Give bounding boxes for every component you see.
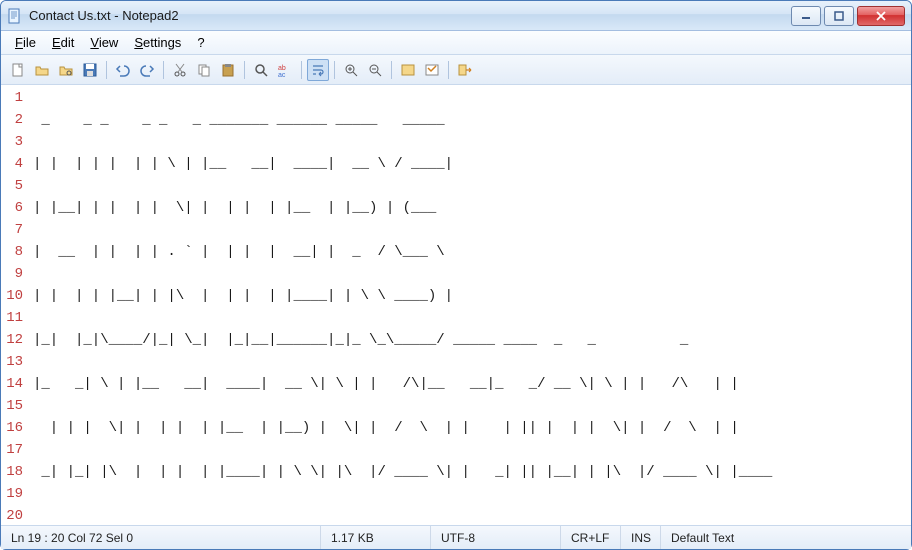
separator [163, 61, 164, 79]
menubar: File Edit View Settings ? [1, 31, 911, 55]
maximize-button[interactable] [824, 6, 854, 26]
text-line: |_ _| \ | |__ __| ____| __ \| \ | | /\|_… [33, 373, 907, 395]
paste-icon[interactable] [217, 59, 239, 81]
line-number: 20 [3, 505, 23, 525]
separator [448, 61, 449, 79]
new-file-icon[interactable] [7, 59, 29, 81]
line-number: 17 [3, 439, 23, 461]
svg-text:ab: ab [278, 65, 286, 72]
line-number: 11 [3, 307, 23, 329]
customize-icon[interactable] [421, 59, 443, 81]
find-icon[interactable] [250, 59, 272, 81]
zoom-in-icon[interactable] [340, 59, 362, 81]
status-filetype[interactable]: Default Text [661, 526, 911, 549]
window: Contact Us.txt - Notepad2 File Edit View… [0, 0, 912, 550]
line-number: 10 [3, 285, 23, 307]
line-number: 12 [3, 329, 23, 351]
open-folder-icon[interactable] [31, 59, 53, 81]
text-line: | __ | | | | . ` | | | | __| | _ / \___ … [33, 241, 907, 263]
status-lineending[interactable]: CR+LF [561, 526, 621, 549]
separator [106, 61, 107, 79]
line-number: 8 [3, 241, 23, 263]
text-line: | | | | | | | \ | |__ __| ____| __ \ / _… [33, 153, 907, 175]
redo-icon[interactable] [136, 59, 158, 81]
svg-text:ac: ac [278, 72, 286, 78]
line-number: 3 [3, 131, 23, 153]
window-title: Contact Us.txt - Notepad2 [29, 8, 791, 23]
menu-settings[interactable]: Settings [126, 33, 189, 52]
text-line: _ _ _ _ _ _ _______ ______ _____ _____ [33, 109, 907, 131]
scheme-icon[interactable] [397, 59, 419, 81]
line-number: 5 [3, 175, 23, 197]
separator [391, 61, 392, 79]
menu-help[interactable]: ? [189, 33, 212, 52]
save-icon[interactable] [79, 59, 101, 81]
text-content[interactable]: _ _ _ _ _ _ _______ ______ _____ _____ |… [29, 85, 911, 525]
text-line: | |__| | | | | \| | | | | |__ | |__) | (… [33, 197, 907, 219]
titlebar[interactable]: Contact Us.txt - Notepad2 [1, 1, 911, 31]
copy-icon[interactable] [193, 59, 215, 81]
line-number: 1 [3, 87, 23, 109]
line-number: 7 [3, 219, 23, 241]
wordwrap-icon[interactable] [307, 59, 329, 81]
close-button[interactable] [857, 6, 905, 26]
line-number: 16 [3, 417, 23, 439]
line-number: 6 [3, 197, 23, 219]
menu-view[interactable]: View [82, 33, 126, 52]
line-number: 14 [3, 373, 23, 395]
line-number: 18 [3, 461, 23, 483]
replace-icon[interactable]: abac [274, 59, 296, 81]
menu-edit[interactable]: Edit [44, 33, 82, 52]
browse-icon[interactable] [55, 59, 77, 81]
toolbar: abac [1, 55, 911, 85]
separator [301, 61, 302, 79]
separator [244, 61, 245, 79]
status-position[interactable]: Ln 19 : 20 Col 72 Sel 0 [1, 526, 321, 549]
zoom-out-icon[interactable] [364, 59, 386, 81]
window-controls [791, 6, 905, 26]
cut-icon[interactable] [169, 59, 191, 81]
text-line: _| |_| |\ | | | | |____| | \ \| |\ |/ __… [33, 461, 907, 483]
text-line [33, 505, 907, 525]
separator [334, 61, 335, 79]
line-number: 2 [3, 109, 23, 131]
status-insertmode[interactable]: INS [621, 526, 661, 549]
editor[interactable]: 1 2 3 4 5 6 7 8 9 10 11 12 13 14 15 16 1… [1, 85, 911, 525]
app-icon [7, 8, 23, 24]
status-encoding[interactable]: UTF-8 [431, 526, 561, 549]
statusbar: Ln 19 : 20 Col 72 Sel 0 1.17 KB UTF-8 CR… [1, 525, 911, 549]
line-number: 15 [3, 395, 23, 417]
menu-file[interactable]: File [7, 33, 44, 52]
text-line: |_| |_|\____/|_| \_| |_|__|______|_|_ \_… [33, 329, 907, 351]
minimize-button[interactable] [791, 6, 821, 26]
line-number: 9 [3, 263, 23, 285]
line-number: 19 [3, 483, 23, 505]
line-number: 13 [3, 351, 23, 373]
exit-icon[interactable] [454, 59, 476, 81]
status-size: 1.17 KB [321, 526, 431, 549]
line-number: 4 [3, 153, 23, 175]
text-line: | | | | |__| | |\ | | | | |____| | \ \ _… [33, 285, 907, 307]
text-line: | | | \| | | | | |__ | |__) | \| | / \ |… [33, 417, 907, 439]
undo-icon[interactable] [112, 59, 134, 81]
line-number-gutter: 1 2 3 4 5 6 7 8 9 10 11 12 13 14 15 16 1… [1, 85, 29, 525]
